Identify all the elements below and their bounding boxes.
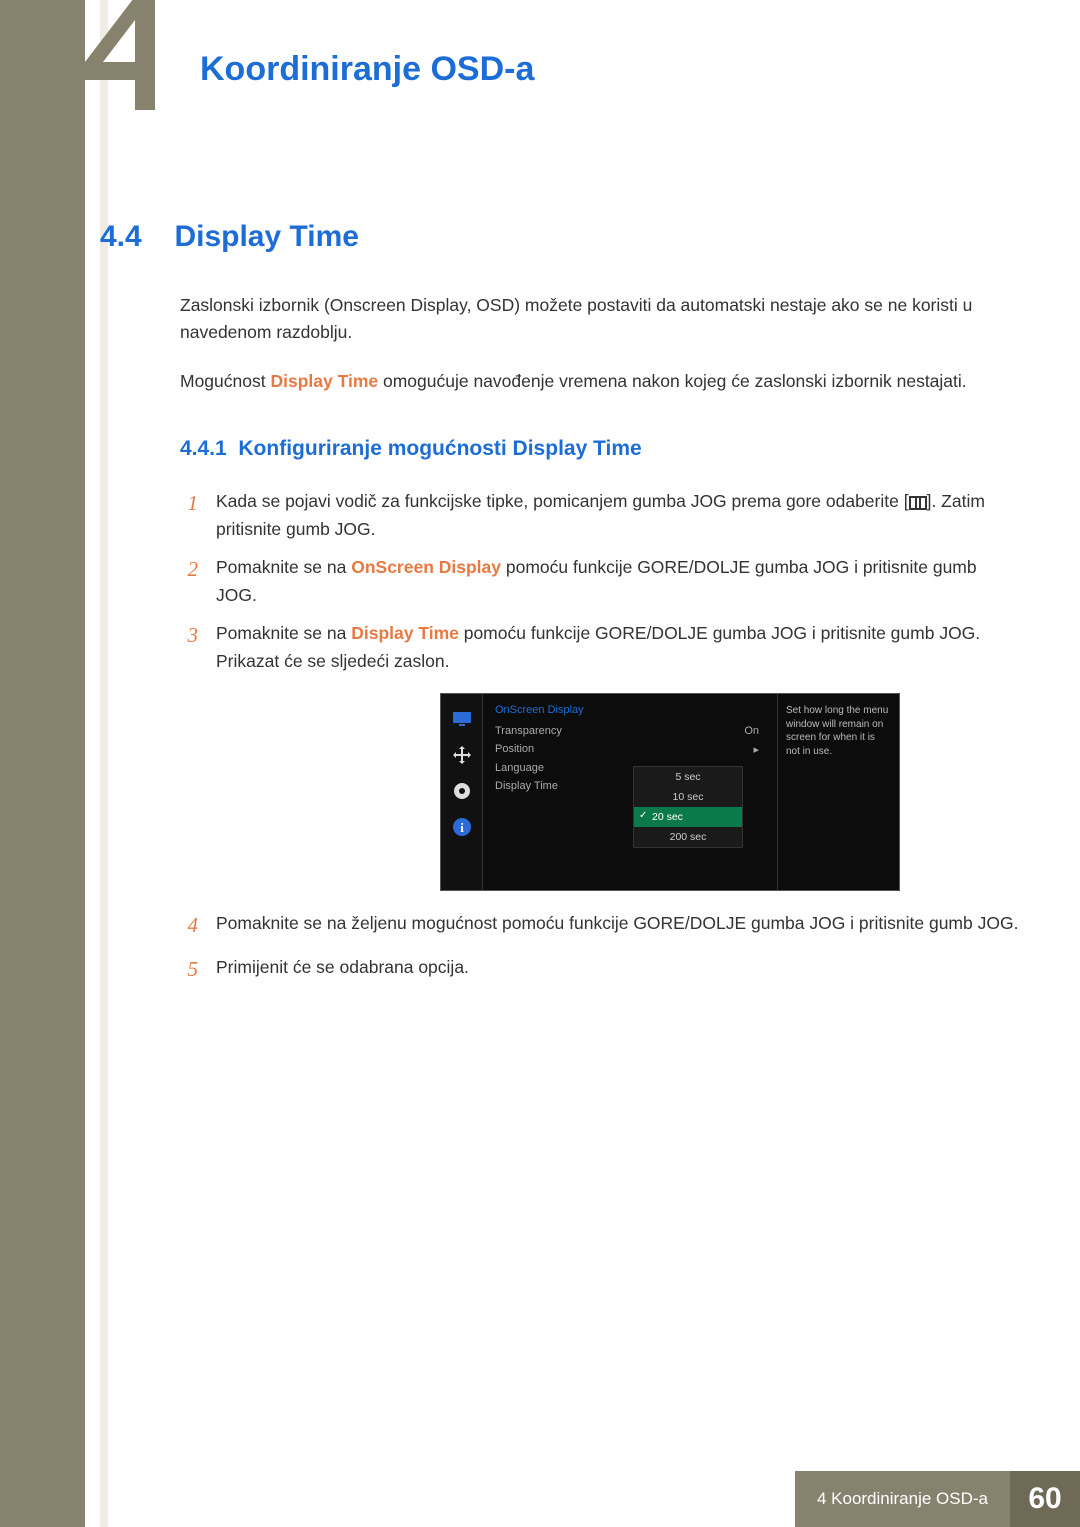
left-margin-strip (0, 0, 85, 1527)
text: Kada se pojavi vodič za funkcijske tipke… (216, 491, 909, 511)
subsection-heading: 4.4.1 Konfiguriranje mogućnosti Display … (180, 437, 1020, 461)
step-text: Primijenit će se odabrana opcija. (216, 953, 1020, 987)
subsection-title: Konfiguriranje mogućnosti Display Time (238, 437, 641, 460)
step-text: Pomaknite se na Display Time pomoću funk… (216, 619, 1020, 675)
section-title: Display Time (174, 220, 359, 253)
osd-heading: OnScreen Display (495, 704, 765, 716)
menu-icon (909, 496, 927, 510)
osd-main-panel: OnScreen Display Transparency On Positio… (483, 694, 777, 890)
text: omogućuje navođenje vremena nakon kojeg … (378, 371, 967, 391)
text: Pomaknite se na (216, 557, 351, 577)
chapter-number-glyph (85, 0, 195, 110)
subsection-number: 4.4.1 (180, 437, 227, 460)
osd-row-transparency: Transparency On (495, 722, 765, 740)
step-number: 2 (180, 553, 198, 609)
move-icon (449, 742, 475, 768)
intro-paragraph-2: Mogućnost Display Time omogućuje navođen… (180, 368, 1020, 395)
section-heading: 4.4 Display Time (100, 220, 1020, 254)
monitor-icon (449, 706, 475, 732)
footer-chapter-label: 4 Koordiniranje OSD-a (795, 1471, 1010, 1527)
text: Mogućnost (180, 371, 270, 391)
emphasis-display-time: Display Time (270, 371, 378, 391)
osd-row-label: Language (495, 762, 544, 774)
step-number: 5 (180, 953, 198, 987)
gear-icon (449, 778, 475, 804)
step-number: 1 (180, 487, 198, 543)
step-text: Kada se pojavi vodič za funkcijske tipke… (216, 487, 1020, 543)
osd-row-value (759, 762, 765, 774)
step-5: 5 Primijenit će se odabrana opcija. (180, 953, 1020, 987)
chapter-title: Koordiniranje OSD-a (200, 50, 534, 89)
text: Pomaknite se na (216, 623, 351, 643)
intro-paragraph-1: Zaslonski izbornik (Onscreen Display, OS… (180, 292, 1020, 346)
osd-submenu-item-selected: 20 sec (634, 807, 742, 827)
step-number: 4 (180, 909, 198, 943)
osd-sidebar-icons: i (441, 694, 483, 890)
osd-screenshot: i OnScreen Display Transparency On Posit… (440, 693, 900, 891)
info-icon: i (449, 814, 475, 840)
footer-page-number: 60 (1010, 1471, 1080, 1527)
osd-submenu-item: 10 sec (634, 787, 742, 807)
section-number: 4.4 (100, 220, 170, 254)
osd-row-value (759, 780, 765, 792)
svg-text:i: i (460, 820, 464, 835)
osd-submenu: 5 sec 10 sec 20 sec 200 sec (633, 766, 743, 848)
osd-row-label: Transparency (495, 725, 562, 737)
osd-submenu-item: 5 sec (634, 767, 742, 787)
step-3: 3 Pomaknite se na Display Time pomoću fu… (180, 619, 1020, 675)
osd-row-position: Position ▸ (495, 740, 765, 759)
step-text: Pomaknite se na željenu mogućnost pomoću… (216, 909, 1020, 943)
step-number: 3 (180, 619, 198, 675)
osd-row-value: ▸ (753, 743, 765, 756)
osd-row-label: Display Time (495, 780, 558, 792)
footer-spacer (0, 1471, 795, 1527)
steps-list: 1 Kada se pojavi vodič za funkcijske tip… (180, 487, 1020, 986)
emphasis-display-time: Display Time (351, 623, 459, 643)
section-body: 4.4 Display Time Zaslonski izbornik (Ons… (100, 220, 1020, 997)
page-footer: 4 Koordiniranje OSD-a 60 (0, 1471, 1080, 1527)
step-text: Pomaknite se na OnScreen Display pomoću … (216, 553, 1020, 609)
step-4: 4 Pomaknite se na željenu mogućnost pomo… (180, 909, 1020, 943)
osd-submenu-item: 200 sec (634, 827, 742, 847)
osd-row-value: On (744, 725, 765, 737)
osd-row-label: Position (495, 743, 534, 756)
emphasis-onscreen-display: OnScreen Display (351, 557, 501, 577)
step-1: 1 Kada se pojavi vodič za funkcijske tip… (180, 487, 1020, 543)
osd-help-text: Set how long the menu window will remain… (777, 694, 899, 890)
step-2: 2 Pomaknite se na OnScreen Display pomoć… (180, 553, 1020, 609)
